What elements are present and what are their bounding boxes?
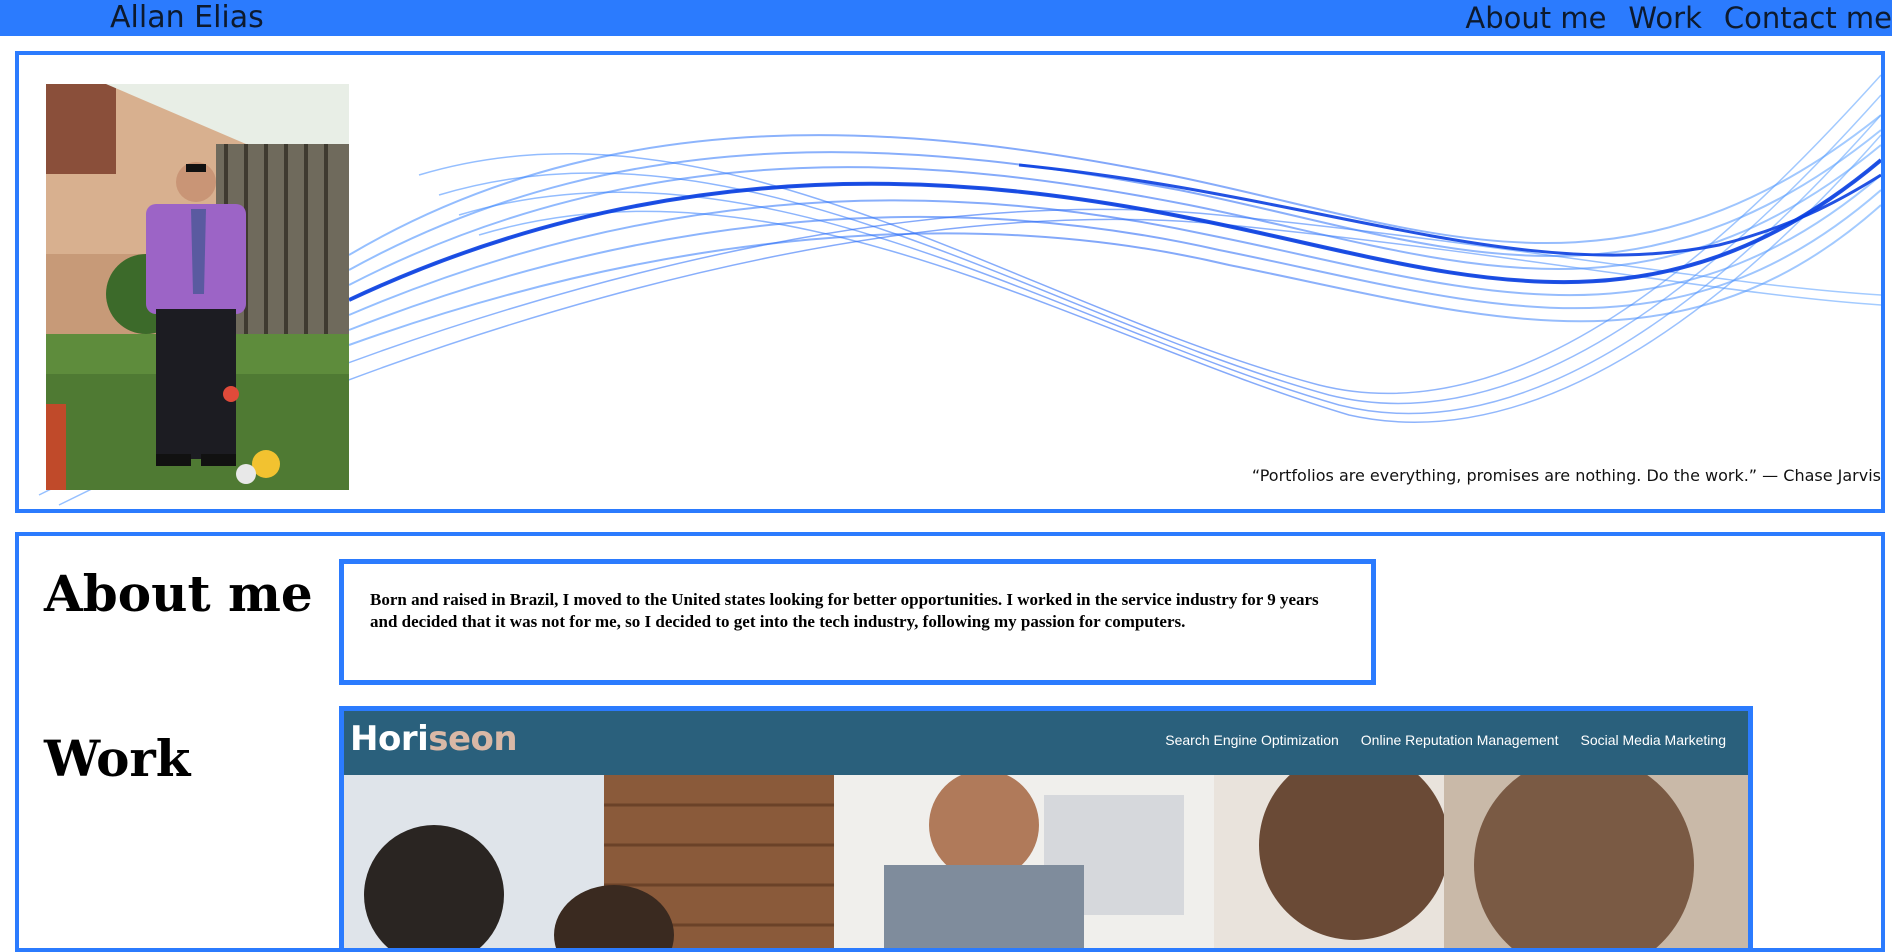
- about-heading: About me: [44, 564, 313, 623]
- project-screenshot-photo: [344, 775, 1748, 948]
- project-logo: Horiseon: [350, 719, 518, 759]
- profile-photo: [46, 84, 349, 490]
- project-link-social[interactable]: Social Media Marketing: [1580, 732, 1726, 748]
- project-header: Horiseon Search Engine Optimization Onli…: [344, 711, 1748, 775]
- hero-quote: “Portfolios are everything, promises are…: [1251, 466, 1881, 485]
- nav-links: About me Work Contact me: [1465, 0, 1892, 36]
- work-heading: Work: [44, 729, 191, 788]
- nav-contact-me[interactable]: Contact me: [1724, 0, 1892, 36]
- top-nav-bar: Allan Elias About me Work Contact me: [0, 0, 1892, 36]
- project-link-seo[interactable]: Search Engine Optimization: [1165, 732, 1339, 748]
- nav-about-me[interactable]: About me: [1465, 0, 1606, 36]
- site-name[interactable]: Allan Elias: [110, 0, 264, 36]
- hero-banner: “Portfolios are everything, promises are…: [15, 51, 1885, 513]
- logo-accent: seon: [428, 719, 518, 759]
- about-text: Born and raised in Brazil, I moved to th…: [339, 559, 1376, 685]
- main-content: About me Born and raised in Brazil, I mo…: [15, 532, 1885, 952]
- project-horiseon-card[interactable]: Horiseon Search Engine Optimization Onli…: [339, 706, 1753, 948]
- project-link-reputation[interactable]: Online Reputation Management: [1361, 732, 1559, 748]
- nav-work[interactable]: Work: [1628, 0, 1701, 36]
- project-nav: Search Engine Optimization Online Reputa…: [1165, 732, 1726, 748]
- logo-main: Hori: [350, 719, 429, 759]
